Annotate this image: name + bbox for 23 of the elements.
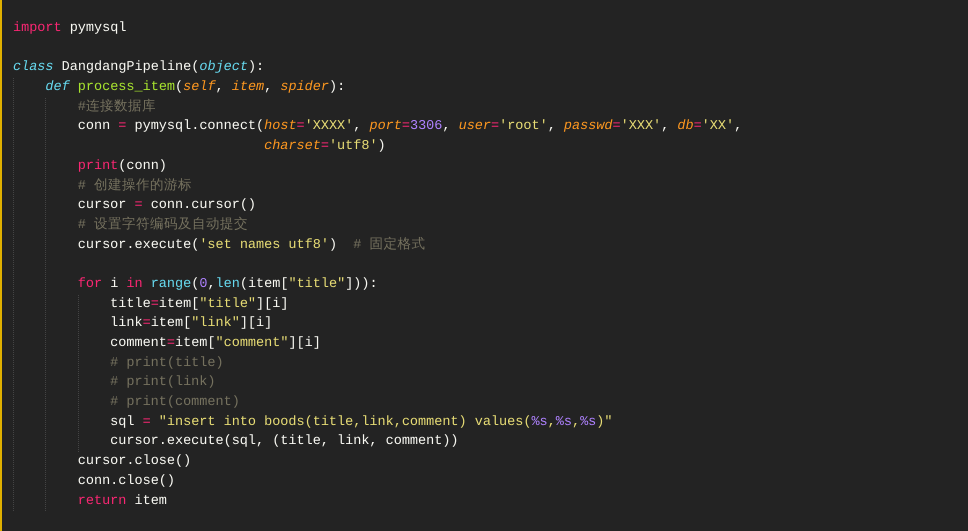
code-line: #连接数据库 (78, 98, 156, 117)
code-line: conn.close() (78, 472, 175, 491)
code-line: # print(title) (110, 354, 224, 373)
code-line: # 创建操作的游标 (78, 176, 192, 196)
code-line: cursor.close() (78, 453, 192, 472)
code-line: link=item["link"][i] (110, 315, 272, 334)
code-line: conn = pymysql.connect(host='XXXX', port=3306, user='root', passwd='XXX', db='XX', (78, 118, 742, 136)
code-line: import pymysql (13, 20, 126, 38)
code-line: charset='utf8') (263, 138, 386, 156)
code-line: title=item["title"][i] (110, 296, 288, 314)
code-line: print(conn) (78, 158, 167, 176)
code-line: sql = "insert into boods(title,link,comment) values(%s,%s,%s)" (110, 414, 612, 432)
code-line: class DangdangPipeline(object): (13, 59, 264, 78)
code-line: # print(link) (110, 374, 216, 392)
code-line: cursor.execute(sql, (title, link, comment)) (110, 433, 459, 452)
code-line: # 设置字符编码及自动提交 (78, 216, 248, 235)
code-line: for i in range(0,len(item["title"])): (78, 276, 378, 294)
code-line: cursor = conn.cursor() (78, 197, 256, 216)
code-line: cursor.execute('set names utf8') # 固定格式 (78, 236, 426, 255)
code-line: # print(comment) (110, 394, 240, 412)
code-line: return item (78, 492, 167, 510)
code-line: def process_item(self, item, spider): (45, 79, 346, 98)
code-line: comment=item["comment"][i] (110, 335, 321, 353)
